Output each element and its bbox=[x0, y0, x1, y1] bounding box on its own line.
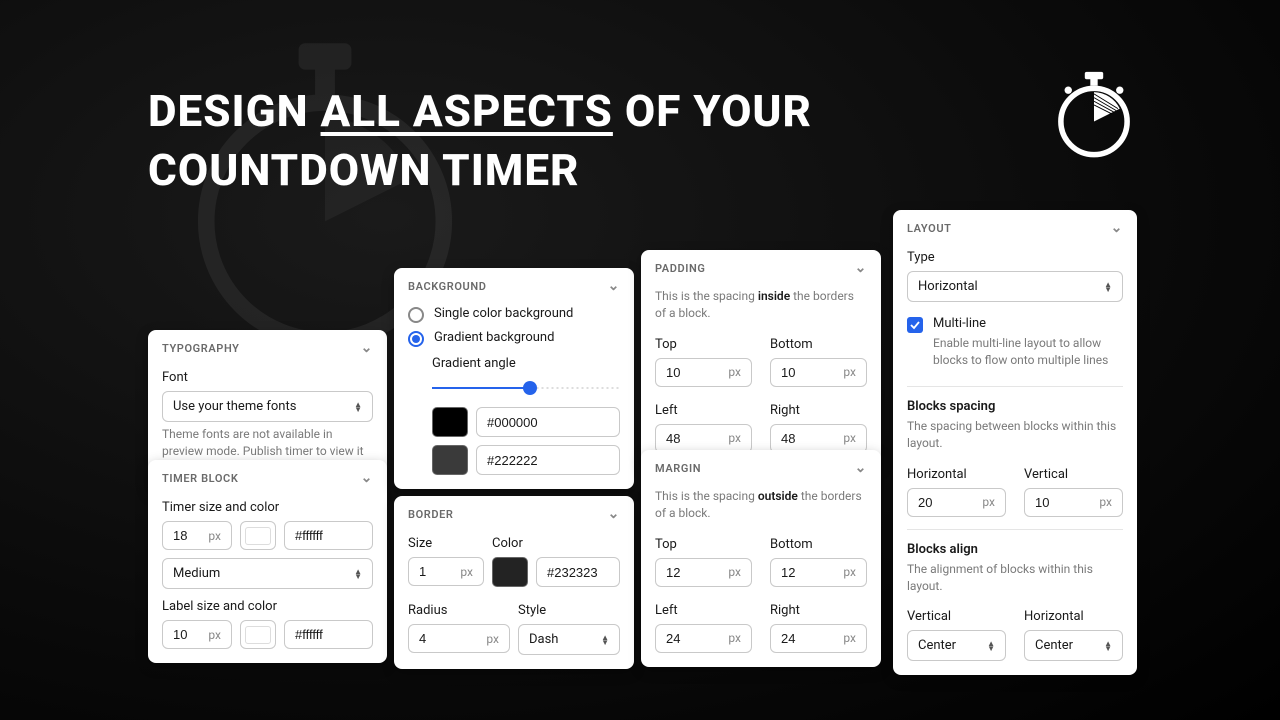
section-header-timer-block[interactable]: TIMER BLOCK ⌄ bbox=[148, 460, 387, 494]
label-border-style: Style bbox=[518, 603, 620, 618]
input-color2-hex[interactable] bbox=[476, 445, 620, 475]
radio-icon bbox=[408, 307, 424, 323]
label-border-radius: Radius bbox=[408, 603, 510, 618]
select-layout-type[interactable]: Horizontal ▲▼ bbox=[907, 271, 1123, 302]
heading-blocks-spacing: Blocks spacing bbox=[907, 399, 1123, 414]
help-padding: This is the spacing inside the borders o… bbox=[655, 288, 867, 323]
section-header-padding[interactable]: PADDING ⌄ bbox=[641, 250, 881, 284]
label-border-size: Size bbox=[408, 536, 484, 551]
swatch-color2[interactable] bbox=[432, 445, 468, 475]
label-font: Font bbox=[162, 370, 373, 385]
input-margin-left[interactable]: px bbox=[655, 624, 752, 653]
input-border-radius[interactable]: px bbox=[408, 624, 510, 653]
chevron-down-icon: ⌄ bbox=[855, 460, 867, 476]
updown-icon: ▲▼ bbox=[354, 569, 362, 579]
chevron-down-icon: ⌄ bbox=[855, 260, 867, 276]
input-margin-right[interactable]: px bbox=[770, 624, 867, 653]
updown-icon: ▲▼ bbox=[354, 402, 362, 412]
section-header-margin[interactable]: MARGIN ⌄ bbox=[641, 450, 881, 484]
chevron-down-icon: ⌄ bbox=[361, 470, 373, 486]
input-spacing-horizontal[interactable]: px bbox=[907, 488, 1006, 517]
checkbox-multi-line[interactable]: Multi-line Enable multi-line layout to a… bbox=[907, 312, 1123, 374]
chevron-down-icon: ⌄ bbox=[608, 506, 620, 522]
input-label-size[interactable]: px bbox=[162, 620, 232, 649]
radio-icon bbox=[408, 331, 424, 347]
swatch-timer-color[interactable] bbox=[240, 521, 276, 550]
input-timer-size[interactable]: px bbox=[162, 521, 232, 550]
panel-margin: MARGIN ⌄ This is the spacing outside the… bbox=[641, 450, 881, 667]
updown-icon: ▲▼ bbox=[1104, 282, 1112, 292]
help-margin: This is the spacing outside the borders … bbox=[655, 488, 867, 523]
slider-gradient-angle[interactable] bbox=[432, 381, 620, 395]
input-border-size[interactable]: px bbox=[408, 557, 484, 586]
input-timer-color[interactable] bbox=[284, 521, 373, 550]
updown-icon: ▲▼ bbox=[601, 635, 609, 645]
panel-padding: PADDING ⌄ This is the spacing inside the… bbox=[641, 250, 881, 467]
panel-timer-block: TIMER BLOCK ⌄ Timer size and color px Me… bbox=[148, 460, 387, 663]
panel-background: BACKGROUND ⌄ Single color background Gra… bbox=[394, 268, 634, 489]
select-align-vertical[interactable]: Center▲▼ bbox=[907, 630, 1006, 661]
input-padding-bottom[interactable]: px bbox=[770, 358, 867, 387]
chevron-down-icon: ⌄ bbox=[608, 278, 620, 294]
updown-icon: ▲▼ bbox=[1104, 641, 1112, 651]
input-margin-bottom[interactable]: px bbox=[770, 558, 867, 587]
input-spacing-vertical[interactable]: px bbox=[1024, 488, 1123, 517]
input-color1-hex[interactable] bbox=[476, 407, 620, 437]
radio-gradient[interactable]: Gradient background bbox=[408, 326, 620, 350]
swatch-color1[interactable] bbox=[432, 407, 468, 437]
chevron-down-icon: ⌄ bbox=[361, 340, 373, 356]
label-label-size-color: Label size and color bbox=[162, 599, 373, 614]
stopwatch-icon bbox=[1048, 70, 1140, 162]
section-header-background[interactable]: BACKGROUND ⌄ bbox=[394, 268, 634, 302]
select-border-style[interactable]: Dash ▲▼ bbox=[518, 624, 620, 655]
input-margin-top[interactable]: px bbox=[655, 558, 752, 587]
section-header-border[interactable]: BORDER ⌄ bbox=[394, 496, 634, 530]
input-padding-right[interactable]: px bbox=[770, 424, 867, 453]
label-layout-type: Type bbox=[907, 250, 1123, 265]
section-header-typography[interactable]: TYPOGRAPHY ⌄ bbox=[148, 330, 387, 364]
panel-layout: LAYOUT ⌄ Type Horizontal ▲▼ Multi-line E… bbox=[893, 210, 1137, 675]
swatch-label-color[interactable] bbox=[240, 620, 276, 649]
section-header-layout[interactable]: LAYOUT ⌄ bbox=[893, 210, 1137, 244]
radio-single-color[interactable]: Single color background bbox=[408, 302, 620, 326]
select-align-horizontal[interactable]: Center▲▼ bbox=[1024, 630, 1123, 661]
label-border-color: Color bbox=[492, 536, 620, 551]
swatch-border-color[interactable] bbox=[492, 557, 528, 587]
checkbox-icon bbox=[907, 317, 923, 333]
select-font[interactable]: Use your theme fonts ▲▼ bbox=[162, 391, 373, 422]
panel-border: BORDER ⌄ Size px Color Radius px Style bbox=[394, 496, 634, 669]
label-gradient-angle: Gradient angle bbox=[432, 356, 620, 371]
heading-blocks-align: Blocks align bbox=[907, 542, 1123, 557]
input-border-color-hex[interactable] bbox=[536, 557, 620, 587]
chevron-down-icon: ⌄ bbox=[1111, 220, 1123, 236]
input-padding-left[interactable]: px bbox=[655, 424, 752, 453]
input-padding-top[interactable]: px bbox=[655, 358, 752, 387]
input-label-color[interactable] bbox=[284, 620, 373, 649]
label-timer-size-color: Timer size and color bbox=[162, 500, 373, 515]
select-timer-weight[interactable]: Medium ▲▼ bbox=[162, 558, 373, 589]
hero-title: DESIGN ALL ASPECTS OF YOUR COUNTDOWN TIM… bbox=[148, 82, 812, 201]
updown-icon: ▲▼ bbox=[987, 641, 995, 651]
